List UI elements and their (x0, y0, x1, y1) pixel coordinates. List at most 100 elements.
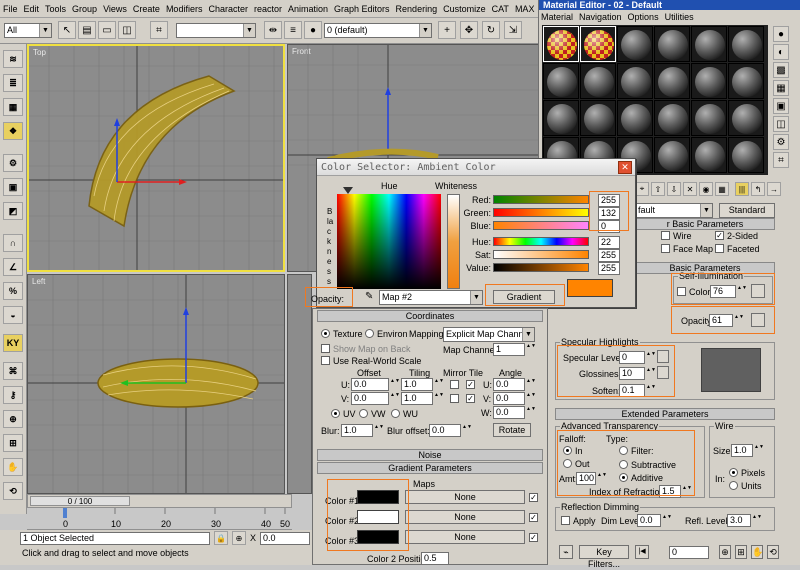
layer-dropdown[interactable]: 0 (default) ▼ (324, 23, 432, 38)
falloff-in-radio[interactable] (563, 446, 572, 455)
me-menu-material[interactable]: Material (541, 12, 573, 22)
redo-icon[interactable]: ≣ (3, 74, 23, 92)
zoom-all-icon[interactable]: ⊞ (3, 434, 23, 452)
select-by-name-icon[interactable]: ▤ (78, 21, 96, 39)
two-sided-checkbox[interactable]: ✓ (715, 231, 724, 240)
zoom-icon[interactable]: ⊕ (3, 410, 23, 428)
opacity-field[interactable]: 61 (709, 314, 733, 327)
menu-modifiers[interactable]: Modifiers (166, 4, 203, 14)
sample-slot[interactable] (728, 137, 764, 173)
magnet-snap-icon[interactable]: ∩ (3, 234, 23, 252)
make-unique-icon[interactable]: ◉ (699, 182, 713, 196)
v-tile-checkbox[interactable]: ✓ (466, 394, 475, 403)
v-angle-field[interactable]: 0.0 (493, 392, 525, 405)
layer-visibility-icon[interactable]: ● (304, 21, 322, 39)
me-menu-options[interactable]: Options (628, 12, 659, 22)
assign-material-icon[interactable]: ⇩ (667, 182, 681, 196)
menu-customize[interactable]: Customize (443, 4, 486, 14)
gradient-params-rollout[interactable]: Gradient Parameters (317, 462, 543, 474)
sample-slot[interactable] (691, 137, 727, 173)
pixels-radio[interactable] (729, 468, 738, 477)
spinner-icon[interactable]: ▲▼ (462, 424, 472, 437)
viewport-top[interactable]: Top (27, 44, 285, 272)
sample-slot[interactable] (543, 100, 579, 136)
render-setup-icon[interactable]: ⚙ (3, 154, 23, 172)
spinner-icon[interactable]: ▲▼ (374, 424, 384, 437)
u-angle-field[interactable]: 0.0 (493, 378, 525, 391)
apply-checkbox[interactable] (561, 516, 570, 525)
menu-group[interactable]: Group (72, 4, 97, 14)
sat-slider[interactable] (493, 250, 589, 259)
sample-slot[interactable] (691, 26, 727, 62)
pan-icon[interactable]: ✋ (3, 458, 23, 476)
track-bar[interactable]: 0 10 20 30 40 50 (27, 508, 292, 530)
options-icon[interactable]: ⚙ (773, 134, 789, 150)
extended-params-rollout[interactable]: Extended Parameters (555, 408, 775, 420)
pan-icon[interactable]: ✋ (751, 545, 763, 559)
sample-slot[interactable] (728, 26, 764, 62)
sample-slot[interactable] (580, 63, 616, 99)
spinner-icon[interactable]: ▲▼ (526, 343, 536, 356)
video-check-icon[interactable]: ▣ (773, 98, 789, 114)
go-to-parent-icon[interactable]: ↰ (751, 182, 765, 196)
red-field[interactable]: 255 (598, 194, 620, 207)
orbit-icon[interactable]: ⟲ (3, 482, 23, 500)
zoom-extents-icon[interactable]: ⊞ (735, 545, 747, 559)
spinner-icon[interactable]: ▲▼ (662, 514, 672, 527)
close-icon[interactable]: ✕ (618, 161, 632, 174)
map-channel-field[interactable]: 1 (493, 343, 525, 356)
self-illum-value-field[interactable]: 76 (710, 285, 736, 298)
units-radio[interactable] (729, 481, 738, 490)
set-key-mode-icon[interactable]: ⌁ (559, 545, 573, 559)
material-name-field[interactable]: fault ▼ (635, 203, 713, 218)
dim-level-field[interactable]: 0.0 (637, 514, 661, 527)
spinner-icon[interactable]: ▲▼ (752, 514, 762, 527)
ior-field[interactable]: 1.5 (659, 485, 681, 498)
sample-slot[interactable] (691, 63, 727, 99)
window-crossing-icon[interactable]: ◫ (118, 21, 136, 39)
show-map-checkbox[interactable] (321, 344, 330, 353)
menu-character[interactable]: Character (208, 4, 248, 14)
select-by-material-icon[interactable]: ⌗ (773, 152, 789, 168)
show-end-result-icon[interactable]: ||| (735, 182, 749, 196)
put-to-scene-icon[interactable]: ⇧ (651, 182, 665, 196)
green-field[interactable]: 132 (598, 207, 620, 220)
map-dropdown[interactable]: Map #2 ▼ (379, 290, 483, 305)
go-forward-icon[interactable]: → (767, 182, 781, 196)
rotate-button[interactable]: Rotate (493, 423, 531, 437)
real-world-checkbox[interactable] (321, 356, 330, 365)
wire-size-field[interactable]: 1.0 (731, 444, 753, 457)
blue-field[interactable]: 0 (598, 220, 620, 233)
spinner-icon[interactable]: ▲▼ (646, 351, 656, 364)
spinner-icon[interactable]: ▲▼ (754, 444, 764, 457)
auto-key-icon[interactable]: KY (3, 334, 23, 352)
named-selection-sets[interactable]: ▼ (176, 23, 256, 38)
glossiness-field[interactable]: 10 (619, 367, 645, 380)
value-field[interactable]: 255 (598, 262, 620, 275)
sample-slot[interactable] (654, 63, 690, 99)
value-slider[interactable] (493, 263, 589, 272)
menu-file[interactable]: File (3, 4, 18, 14)
selection-filter[interactable]: All ▼ (4, 23, 52, 38)
mirror-icon[interactable]: ⇹ (264, 21, 282, 39)
color3-swatch[interactable] (357, 530, 399, 544)
color1-map-checkbox[interactable]: ✓ (529, 493, 538, 502)
type-additive-radio[interactable] (619, 473, 628, 482)
v-offset-field[interactable]: 0.0 (351, 392, 389, 405)
sample-slot[interactable] (691, 100, 727, 136)
viewport-left[interactable]: Left (27, 274, 285, 494)
material-type-button[interactable]: Standard (719, 203, 775, 218)
sample-slot[interactable] (617, 100, 653, 136)
me-menu-navigation[interactable]: Navigation (579, 12, 622, 22)
lock-icon[interactable]: 🔒 (214, 531, 228, 545)
menu-reactor[interactable]: reactor (254, 4, 282, 14)
named-selection-icon[interactable]: ⌗ (150, 21, 168, 39)
type-subtractive-radio[interactable] (619, 460, 628, 469)
backlight-icon[interactable]: ◐ (773, 44, 789, 60)
blue-slider[interactable] (493, 221, 589, 230)
sample-slot[interactable] (580, 100, 616, 136)
shader-basic-params-rollout[interactable]: r Basic Parameters (635, 218, 775, 230)
wire-checkbox[interactable] (661, 231, 670, 240)
coordinates-rollout[interactable]: Coordinates (317, 310, 543, 322)
render-icon[interactable]: ▣ (3, 178, 23, 196)
